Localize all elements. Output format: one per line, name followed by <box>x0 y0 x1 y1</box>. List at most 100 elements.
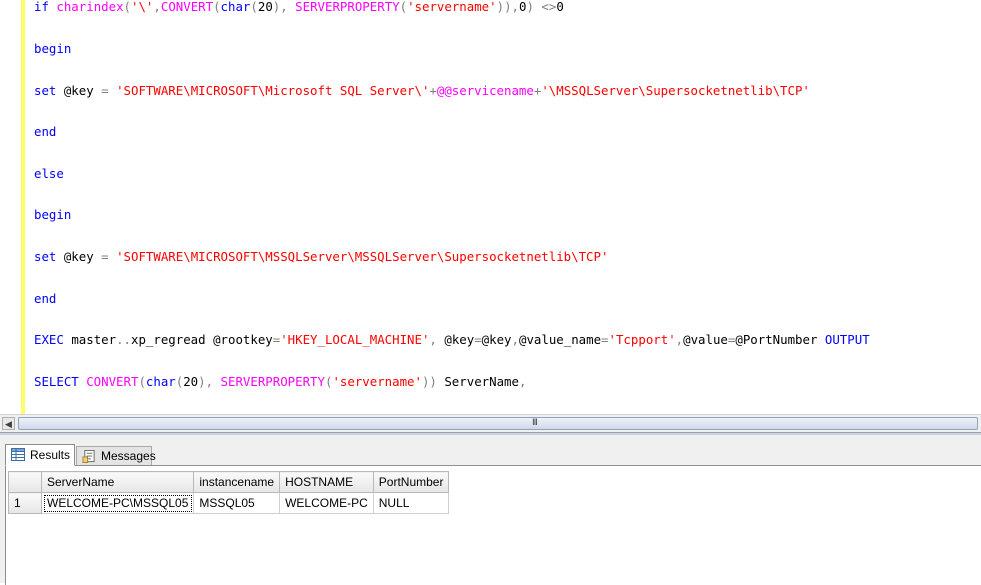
code-token: '\' <box>131 0 154 14</box>
code-line[interactable]: SELECT CONVERT(char(20), SERVERPROPERTY(… <box>34 373 526 391</box>
code-line[interactable]: if charindex('\',CONVERT(char(20), SERVE… <box>34 0 564 16</box>
column-header-servername[interactable]: ServerName <box>40 471 195 493</box>
code-token: ServerName <box>436 374 519 389</box>
code-token: ( <box>213 0 221 14</box>
code-token: .. <box>116 332 131 347</box>
code-token: SERVERPROPERTY <box>295 0 400 14</box>
code-token: 'servername' <box>332 374 422 389</box>
code-token: @rootkey <box>213 332 273 347</box>
code-token: ( <box>399 0 408 14</box>
row-number[interactable]: 1 <box>8 492 42 514</box>
code-token: @value <box>683 332 728 347</box>
code-token: SERVERPROPERTY <box>220 374 325 389</box>
code-line[interactable]: begin <box>34 206 71 224</box>
code-token: 'servername' <box>407 0 497 14</box>
code-token: EXEC <box>34 332 72 347</box>
code-token: = <box>101 83 109 98</box>
tab-results[interactable]: Results <box>5 444 75 466</box>
code-token: @key <box>63 249 102 264</box>
code-line[interactable]: else <box>34 165 64 183</box>
code-token: , <box>518 374 527 389</box>
grid-icon <box>11 448 25 461</box>
results-grid[interactable]: ServerName instancename HOSTNAME PortNum… <box>8 471 450 514</box>
code-token: 'Tcpport' <box>608 332 676 347</box>
code-token: 'HKEY_LOCAL_MACHINE' <box>280 332 430 347</box>
code-line[interactable]: end <box>34 290 56 308</box>
code-token: ( <box>250 0 258 14</box>
code-token: char <box>145 374 176 389</box>
code-token: @@servicename <box>436 83 534 98</box>
code-token: CONVERT <box>160 0 214 14</box>
code-token: )), <box>496 0 519 14</box>
code-token: 20 <box>257 0 273 14</box>
results-grid-area[interactable]: ServerName instancename HOSTNAME PortNum… <box>5 465 981 585</box>
code-token: ) <box>526 0 534 14</box>
code-token: , <box>429 332 437 347</box>
code-token: 'SOFTWARE\MICROSOFT\MSSQLServer\MSSQLSer… <box>116 249 609 264</box>
code-token: if <box>34 0 57 14</box>
code-token: @key <box>444 332 475 347</box>
horizontal-scrollbar[interactable]: ◀ III <box>0 414 981 433</box>
code-token: SELECT <box>34 374 87 389</box>
code-token: begin <box>34 41 72 56</box>
code-token: 'SOFTWARE\MICROSOFT\Microsoft SQL Server… <box>116 83 430 98</box>
grid-header-row: ServerName instancename HOSTNAME PortNum… <box>8 471 450 493</box>
code-token: begin <box>34 207 72 222</box>
scrollbar-thumb[interactable]: III <box>18 417 978 430</box>
code-token: ( <box>123 0 131 14</box>
code-token: end <box>34 291 57 306</box>
tab-messages-label: Messages <box>101 449 156 463</box>
messages-icon <box>82 450 95 463</box>
code-token: ( <box>138 374 146 389</box>
column-header-hostname[interactable]: HOSTNAME <box>279 471 374 493</box>
cell-instancename[interactable]: MSSQL05 <box>193 492 281 514</box>
change-tracking-bar <box>21 0 25 414</box>
code-line[interactable]: end <box>34 123 56 141</box>
code-line[interactable]: set @key = 'SOFTWARE\MICROSOFT\Microsoft… <box>34 82 810 100</box>
code-token: OUTPUT <box>824 332 870 347</box>
code-token: = <box>474 332 482 347</box>
code-token: , <box>153 0 161 14</box>
code-token: set <box>34 249 64 264</box>
results-pane: Results Messages ServerName instancename… <box>0 433 981 585</box>
code-token: '\MSSQLServer\Supersocketnetlib\TCP' <box>541 83 810 98</box>
query-editor[interactable]: if charindex('\',CONVERT(char(20), SERVE… <box>0 0 981 414</box>
column-header-instancename[interactable]: instancename <box>193 471 281 493</box>
code-line[interactable]: EXEC master..xp_regread @rootkey = 'HKEY_L… <box>34 331 870 349</box>
cell-servername[interactable]: WELCOME-PC\MSSQL05 <box>40 492 195 514</box>
cell-hostname[interactable]: WELCOME-PC <box>279 492 374 514</box>
scroll-left-arrow-icon[interactable]: ◀ <box>2 417 15 430</box>
code-token: , <box>511 332 519 347</box>
code-token: CONVERT <box>86 374 139 389</box>
code-token: = <box>601 332 609 347</box>
code-token: )) <box>421 374 437 389</box>
code-token: else <box>34 166 64 181</box>
code-token: xp_regread <box>131 332 214 347</box>
cell-portnumber[interactable]: NULL <box>372 492 450 514</box>
tab-results-label: Results <box>30 448 71 462</box>
editor-gutter <box>0 0 20 414</box>
code-line[interactable]: begin <box>34 40 71 58</box>
code-token: @PortNumber <box>735 332 825 347</box>
tab-messages[interactable]: Messages <box>76 446 156 466</box>
code-token: @key <box>63 83 102 98</box>
code-token: @key <box>481 332 512 347</box>
grid-corner[interactable] <box>8 471 42 493</box>
column-header-portnumber[interactable]: PortNumber <box>372 471 450 493</box>
code-token: 20 <box>183 374 199 389</box>
code-token: charindex <box>56 0 124 14</box>
code-token: ), <box>272 0 288 14</box>
code-token: end <box>34 124 57 139</box>
code-token: 0 <box>556 0 564 14</box>
code-token: @value_name <box>518 332 602 347</box>
code-line[interactable]: set @key = 'SOFTWARE\MICROSOFT\MSSQLServ… <box>34 248 608 266</box>
code-token: ), <box>198 374 214 389</box>
table-row[interactable]: 1 WELCOME-PC\MSSQL05 MSSQL05 WELCOME-PC … <box>8 492 450 514</box>
code-token: char <box>220 0 251 14</box>
scrollbar-grip: III <box>532 418 538 428</box>
code-token: + <box>429 83 437 98</box>
code-token: <> <box>541 0 557 14</box>
